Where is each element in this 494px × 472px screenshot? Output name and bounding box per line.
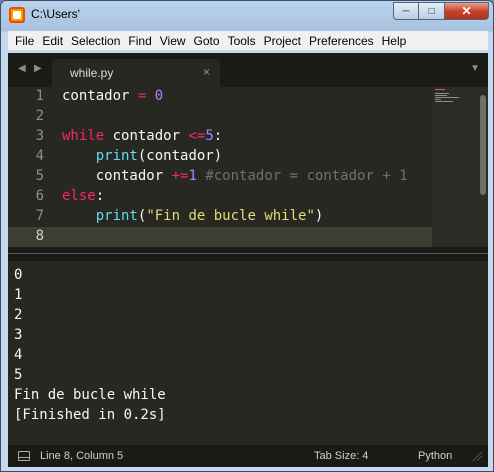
code-line-4: print(contador) bbox=[95, 148, 223, 164]
cursor-position: Line 8, Column 5 bbox=[40, 450, 124, 462]
close-icon: ✕ bbox=[461, 4, 472, 18]
panel-splitter[interactable] bbox=[8, 247, 488, 261]
menu-goto[interactable]: Goto bbox=[191, 34, 225, 48]
syntax-selector[interactable]: Python bbox=[418, 450, 452, 462]
tab-bar: ◀ ▶ while.py × ▼ bbox=[8, 53, 488, 87]
output-line: Fin de bucle while bbox=[14, 387, 166, 403]
minimap-line bbox=[435, 95, 447, 96]
menu-file[interactable]: File bbox=[12, 34, 39, 48]
close-button[interactable]: ✕ bbox=[445, 2, 489, 20]
menu-find[interactable]: Find bbox=[125, 34, 156, 48]
code-editor[interactable]: 1 2 3 4 5 6 7 8 contador = 0 while conta… bbox=[8, 87, 488, 254]
menu-selection[interactable]: Selection bbox=[68, 34, 125, 48]
window-controls: ─ □ ✕ bbox=[393, 2, 489, 20]
line-number: 2 bbox=[35, 108, 44, 124]
minimize-button[interactable]: ─ bbox=[393, 2, 419, 20]
sublime-text-icon bbox=[9, 7, 25, 23]
menu-bar: File Edit Selection Find View Goto Tools… bbox=[8, 31, 488, 50]
menu-view[interactable]: View bbox=[157, 34, 191, 48]
menu-help[interactable]: Help bbox=[379, 34, 412, 48]
output-line: [Finished in 0.2s] bbox=[14, 407, 166, 423]
menu-preferences[interactable]: Preferences bbox=[306, 34, 379, 48]
panel-toggle-icon[interactable] bbox=[18, 451, 30, 461]
code-line-6: else: bbox=[62, 188, 105, 204]
title-bar[interactable]: C:\Users' ─ □ ✕ bbox=[1, 1, 493, 29]
minimap-line bbox=[435, 93, 449, 94]
window-title: C:\Users' bbox=[31, 7, 80, 21]
vertical-scrollbar[interactable] bbox=[480, 95, 486, 195]
output-line: 2 bbox=[14, 307, 23, 323]
line-number: 4 bbox=[35, 148, 44, 164]
status-bar: Line 8, Column 5 Tab Size: 4 Python bbox=[8, 445, 488, 467]
minimize-icon: ─ bbox=[402, 5, 410, 17]
code-line-1: contador = 0 bbox=[62, 88, 164, 104]
minimap-line bbox=[435, 101, 453, 102]
line-number-gutter: 1 2 3 4 5 6 7 8 bbox=[8, 87, 52, 247]
code-line-3: while contador <=5: bbox=[62, 128, 223, 144]
output-line: 0 bbox=[14, 267, 23, 283]
line-number: 5 bbox=[35, 168, 44, 184]
splitter-line bbox=[8, 253, 488, 254]
menu-project[interactable]: Project bbox=[261, 34, 306, 48]
resize-grip-icon[interactable] bbox=[472, 451, 482, 461]
code-line-7: print("Fin de bucle while") bbox=[95, 208, 324, 224]
tab-size-selector[interactable]: Tab Size: 4 bbox=[314, 450, 368, 462]
output-line: 5 bbox=[14, 367, 23, 383]
current-line-highlight bbox=[8, 227, 432, 247]
line-number: 7 bbox=[35, 208, 44, 224]
line-number: 6 bbox=[35, 188, 44, 204]
line-number-current: 8 bbox=[35, 228, 44, 244]
next-tab-icon[interactable]: ▶ bbox=[34, 63, 42, 74]
output-line: 3 bbox=[14, 327, 23, 343]
maximize-icon: □ bbox=[428, 5, 435, 17]
menu-tools[interactable]: Tools bbox=[225, 34, 261, 48]
tab-while-py[interactable]: while.py × bbox=[52, 59, 220, 87]
tab-list-dropdown-icon[interactable]: ▼ bbox=[470, 63, 480, 74]
tab-label: while.py bbox=[70, 66, 114, 80]
line-number: 1 bbox=[35, 88, 44, 104]
minimap-line bbox=[435, 97, 459, 98]
code-line-5: contador +=1 #contador = contador + 1 bbox=[62, 168, 408, 184]
output-line: 4 bbox=[14, 347, 23, 363]
line-number: 3 bbox=[35, 128, 44, 144]
build-output-panel[interactable]: 0 1 2 3 4 5 Fin de bucle while [Finished… bbox=[8, 261, 488, 445]
application-window: C:\Users' ─ □ ✕ File Edit Selection Find… bbox=[0, 0, 494, 472]
output-line: 1 bbox=[14, 287, 23, 303]
menu-edit[interactable]: Edit bbox=[39, 34, 68, 48]
minimap-line bbox=[435, 89, 445, 90]
previous-tab-icon[interactable]: ◀ bbox=[18, 63, 26, 74]
minimap[interactable] bbox=[432, 87, 488, 247]
maximize-button[interactable]: □ bbox=[419, 2, 445, 20]
minimap-line bbox=[435, 99, 441, 100]
tab-close-icon[interactable]: × bbox=[203, 65, 210, 79]
